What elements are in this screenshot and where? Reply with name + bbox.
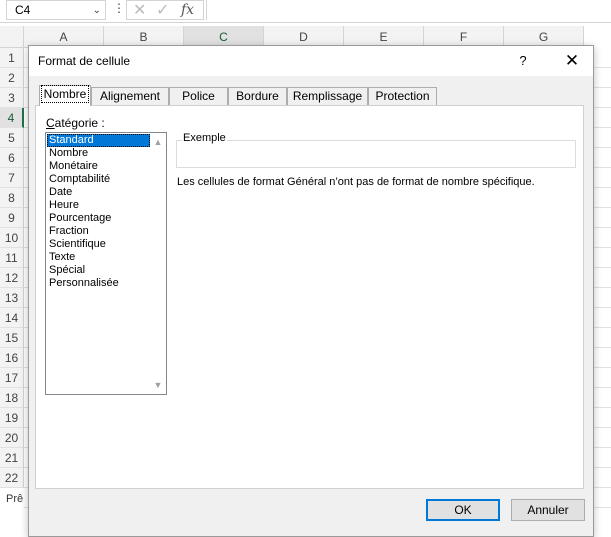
ok-button[interactable]: OK [426, 499, 500, 521]
name-box-value[interactable]: C4 [15, 3, 30, 17]
chevron-down-icon[interactable]: ⌄ [93, 5, 101, 16]
tab-nombre[interactable]: Nombre [39, 85, 91, 106]
formula-bar: C4 ⌄ ⋮ ✕ ✓ fx [0, 0, 611, 23]
row-header[interactable]: 2 [0, 68, 24, 88]
category-item[interactable]: Standard [47, 134, 150, 147]
row-header[interactable]: 8 [0, 188, 24, 208]
category-item[interactable]: Monétaire [47, 160, 150, 173]
dialog-title: Format de cellule [38, 54, 131, 68]
category-item[interactable]: Pourcentage [47, 212, 150, 225]
sample-label: Exemple [182, 132, 227, 144]
name-box[interactable]: C4 ⌄ [6, 0, 106, 20]
row-header[interactable]: 20 [0, 428, 24, 448]
row-header[interactable]: 12 [0, 268, 24, 288]
row-header[interactable]: 10 [0, 228, 24, 248]
row-header[interactable]: 7 [0, 168, 24, 188]
category-item[interactable]: Scientifique [47, 238, 150, 251]
row-header[interactable]: 1 [0, 48, 24, 68]
more-vert-icon[interactable]: ⋮ [113, 1, 125, 15]
category-item[interactable]: Texte [47, 251, 150, 264]
tab-label: Alignement [99, 89, 161, 103]
select-all-corner[interactable] [0, 26, 24, 48]
format-cells-dialog: Format de cellule ? ✕ Nombre Alignement … [28, 45, 594, 537]
tab-label: Police [182, 89, 215, 103]
row-header[interactable]: 6 [0, 148, 24, 168]
row-header[interactable]: 13 [0, 288, 24, 308]
category-item[interactable]: Comptabilité [47, 173, 150, 186]
tab-label: Bordure [236, 89, 279, 103]
cancel-button[interactable]: Annuler [511, 499, 585, 521]
row-header[interactable]: 15 [0, 328, 24, 348]
tab-remplissage[interactable]: Remplissage [287, 87, 368, 105]
row-header[interactable]: 21 [0, 448, 24, 468]
category-label-text: atégorie : [54, 116, 105, 130]
category-label: Catégorie : [46, 116, 105, 130]
tab-alignement[interactable]: Alignement [91, 87, 169, 105]
help-button[interactable]: ? [509, 50, 537, 72]
category-label-accesskey: C [46, 116, 55, 130]
close-icon[interactable]: ✕ [133, 0, 146, 20]
category-item[interactable]: Heure [47, 199, 150, 212]
category-listbox[interactable]: Standard Nombre Monétaire Comptabilité Date H… [45, 132, 167, 395]
category-item[interactable]: Fraction [47, 225, 150, 238]
row-header[interactable]: 22 [0, 468, 24, 488]
formula-input[interactable] [206, 0, 611, 20]
formula-buttons: ✕ ✓ fx [126, 0, 204, 20]
close-icon[interactable]: ✕ [557, 49, 587, 73]
chevron-up-icon[interactable]: ▲ [150, 134, 166, 150]
insert-function-icon[interactable]: fx [181, 2, 194, 18]
row-header[interactable]: 19 [0, 408, 24, 428]
format-description: Les cellules de format Général n’ont pas… [177, 176, 535, 188]
row-header[interactable]: 16 [0, 348, 24, 368]
row-header[interactable]: 18 [0, 388, 24, 408]
category-item[interactable]: Personnalisée [47, 277, 150, 290]
row-header[interactable]: 9 [0, 208, 24, 228]
tab-label: Protection [375, 89, 430, 103]
category-scrollbar[interactable]: ▲ ▼ [150, 133, 166, 394]
category-item[interactable]: Nombre [47, 147, 150, 160]
check-icon[interactable]: ✓ [156, 0, 169, 20]
row-header[interactable]: 14 [0, 308, 24, 328]
sample-box [176, 140, 576, 168]
chevron-down-icon[interactable]: ▼ [150, 377, 166, 393]
tab-label: Nombre [40, 85, 90, 103]
row-header[interactable]: 17 [0, 368, 24, 388]
tab-label: Remplissage [292, 89, 363, 103]
row-header[interactable]: 4 [0, 108, 24, 128]
row-header[interactable]: 5 [0, 128, 24, 148]
category-item[interactable]: Spécial [47, 264, 150, 277]
tab-protection[interactable]: Protection [368, 87, 437, 105]
category-items: Standard Nombre Monétaire Comptabilité Date H… [47, 134, 150, 290]
category-item[interactable]: Date [47, 186, 150, 199]
row-header[interactable]: 11 [0, 248, 24, 268]
status-bar-fragment: Prê [6, 493, 24, 505]
tab-police[interactable]: Police [169, 87, 228, 105]
tab-bordure[interactable]: Bordure [228, 87, 287, 105]
row-header[interactable]: 3 [0, 88, 24, 108]
dialog-titlebar[interactable]: Format de cellule ? ✕ [29, 46, 593, 76]
tab-panel-nombre: Catégorie : Standard Nombre Monétaire Compt… [35, 105, 584, 489]
